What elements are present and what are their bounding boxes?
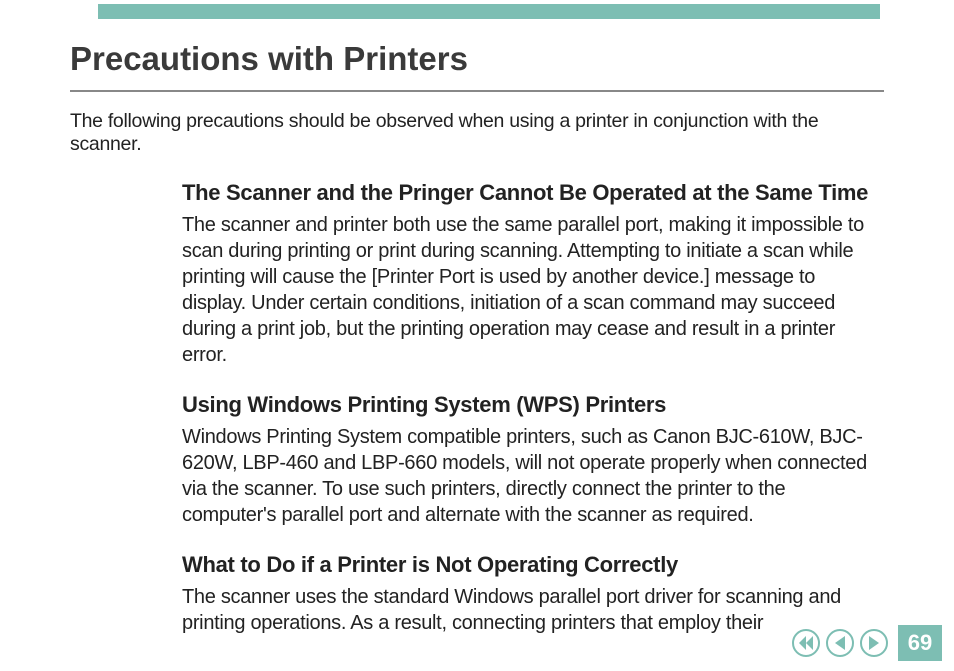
page-title: Precautions with Printers	[70, 40, 884, 78]
header-bar	[98, 4, 880, 19]
chevron-right-icon	[868, 636, 880, 650]
footer-nav: 69	[792, 625, 942, 661]
nav-first-button[interactable]	[792, 629, 820, 657]
double-chevron-left-icon	[798, 636, 814, 650]
section-body-3: The scanner uses the standard Windows pa…	[182, 584, 884, 636]
section-heading-2: Using Windows Printing System (WPS) Prin…	[182, 388, 884, 422]
section-heading-1: The Scanner and the Pringer Cannot Be Op…	[182, 176, 884, 210]
section-heading-3: What to Do if a Printer is Not Operating…	[182, 548, 884, 582]
chevron-left-icon	[834, 636, 846, 650]
intro-text: The following precautions should be obse…	[70, 110, 884, 156]
section-body-2: Windows Printing System compatible print…	[182, 424, 884, 528]
page-number: 69	[898, 625, 942, 661]
nav-prev-button[interactable]	[826, 629, 854, 657]
section-body-1: The scanner and printer both use the sam…	[182, 212, 884, 368]
page-content: Precautions with Printers The following …	[70, 40, 884, 636]
title-divider	[70, 90, 884, 92]
sections-container: The Scanner and the Pringer Cannot Be Op…	[182, 176, 884, 636]
nav-next-button[interactable]	[860, 629, 888, 657]
